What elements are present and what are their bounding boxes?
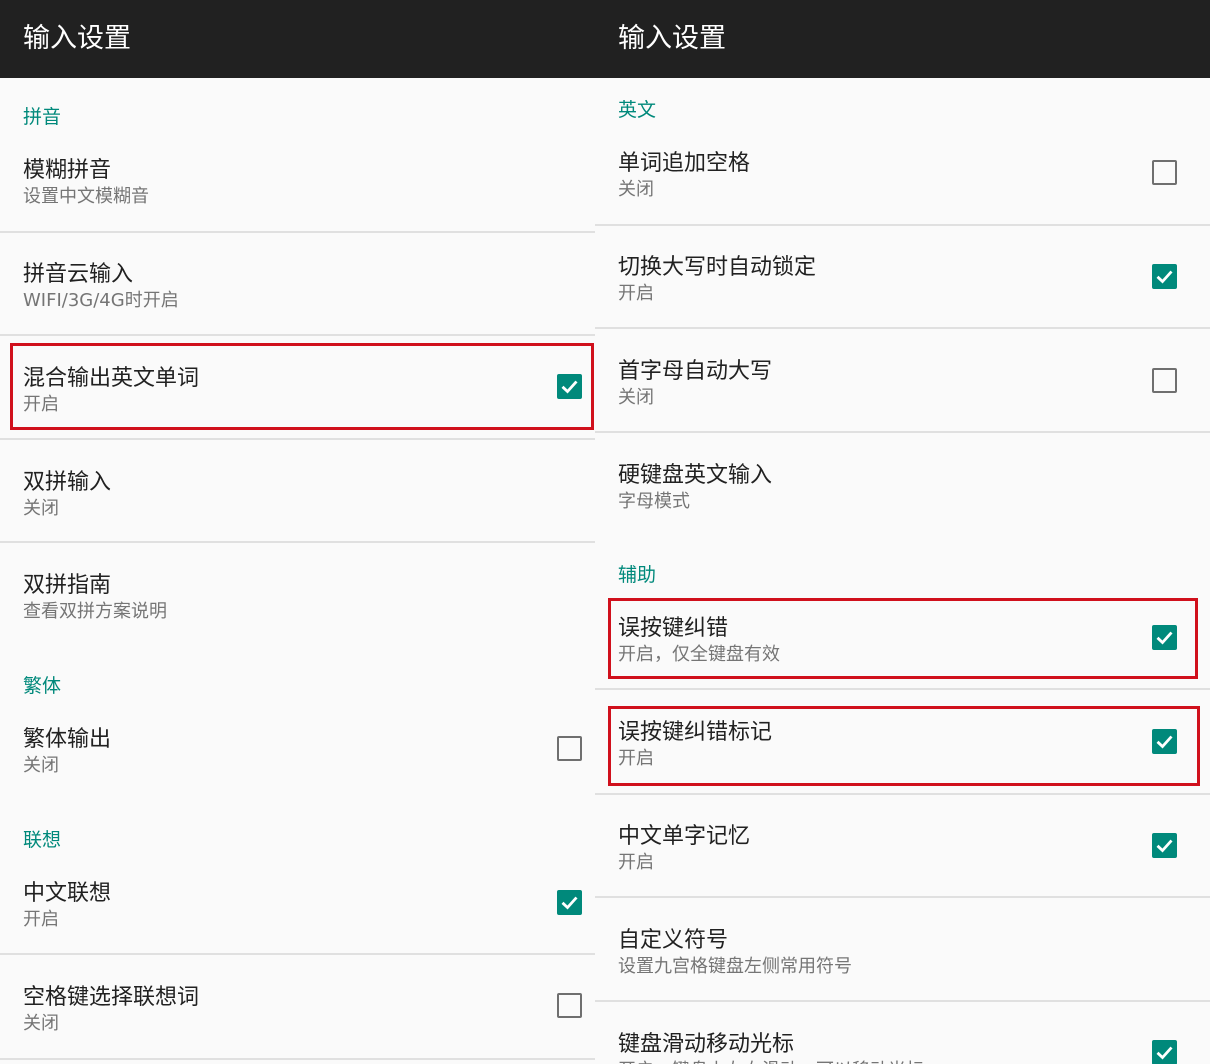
- section-header-pinyin: 拼音: [23, 106, 62, 128]
- checkbox-mixed-english[interactable]: [557, 374, 582, 399]
- checkbox-typo-marker[interactable]: [1152, 729, 1177, 754]
- divider: [595, 896, 1210, 898]
- divider: [595, 793, 1210, 795]
- setting-summary: 开启: [618, 852, 654, 873]
- divider: [0, 438, 595, 440]
- check-icon: [561, 896, 578, 910]
- setting-title: 误按键纠错: [618, 616, 729, 641]
- check-icon: [1156, 1046, 1173, 1060]
- setting-title: 拼音云输入: [23, 262, 134, 287]
- setting-title: 双拼指南: [23, 573, 112, 598]
- setting-summary: 关闭: [23, 755, 59, 776]
- setting-hard-keyboard[interactable]: 硬键盘英文输入 字母模式: [595, 457, 1210, 527]
- setting-summary: 设置九宫格键盘左侧常用符号: [618, 956, 852, 977]
- setting-chinese-association[interactable]: 中文联想 开启: [0, 875, 595, 945]
- divider: [595, 1000, 1210, 1002]
- checkbox-add-space[interactable]: [1152, 160, 1177, 185]
- divider: [595, 224, 1210, 226]
- checkbox-caps-lock[interactable]: [1152, 264, 1177, 289]
- divider: [0, 334, 595, 336]
- setting-summary: 开启: [618, 283, 654, 304]
- setting-title: 混合输出英文单词: [23, 366, 200, 391]
- divider: [0, 231, 595, 233]
- setting-swipe-cursor[interactable]: 键盘滑动移动光标 开启，键盘上左右滑动，可以移动光标: [595, 1026, 1210, 1064]
- checkbox-swipe-cursor[interactable]: [1152, 1040, 1177, 1064]
- settings-panel-right: 输入设置 英文 单词追加空格 关闭 切换大写时自动锁定 开启 首字母自动大写 关…: [595, 0, 1210, 1064]
- divider: [0, 953, 595, 955]
- setting-summary: 开启: [23, 394, 59, 415]
- setting-title: 误按键纠错标记: [618, 720, 773, 745]
- setting-caps-lock[interactable]: 切换大写时自动锁定 开启: [595, 249, 1210, 319]
- setting-char-memory[interactable]: 中文单字记忆 开启: [595, 818, 1210, 888]
- setting-title: 自定义符号: [618, 928, 729, 953]
- setting-fuzzy-pinyin[interactable]: 模糊拼音 设置中文模糊音: [0, 152, 595, 232]
- setting-mixed-english[interactable]: 混合输出英文单词 开启: [0, 360, 595, 430]
- setting-title: 单词追加空格: [618, 151, 751, 176]
- settings-panel-left: 输入设置 拼音 模糊拼音 设置中文模糊音 拼音云输入 WIFI/3G/4G时开启…: [0, 0, 595, 1064]
- checkbox-char-memory[interactable]: [1152, 833, 1177, 858]
- setting-summary: WIFI/3G/4G时开启: [23, 290, 179, 311]
- setting-title: 硬键盘英文输入: [618, 463, 773, 488]
- setting-title: 键盘滑动移动光标: [618, 1032, 795, 1057]
- section-header-english: 英文: [618, 99, 657, 121]
- setting-summary: 关闭: [618, 387, 654, 408]
- setting-pinyin-cloud[interactable]: 拼音云输入 WIFI/3G/4G时开启: [0, 256, 595, 336]
- setting-summary: 开启: [618, 748, 654, 769]
- setting-add-space[interactable]: 单词追加空格 关闭: [595, 145, 1210, 215]
- setting-summary: 字母模式: [618, 491, 690, 512]
- setting-auto-capitalize[interactable]: 首字母自动大写 关闭: [595, 353, 1210, 423]
- section-header-association: 联想: [23, 829, 62, 851]
- divider: [0, 541, 595, 543]
- checkbox-space-association[interactable]: [557, 993, 582, 1018]
- setting-custom-symbol[interactable]: 自定义符号 设置九宫格键盘左侧常用符号: [595, 922, 1210, 992]
- setting-title: 中文联想: [23, 881, 112, 906]
- setting-summary: 关闭: [23, 1013, 59, 1034]
- divider: [595, 327, 1210, 329]
- setting-shuangpin-guide[interactable]: 双拼指南 查看双拼方案说明: [0, 567, 595, 647]
- setting-title: 首字母自动大写: [618, 359, 773, 384]
- setting-summary: 关闭: [618, 179, 654, 200]
- setting-title: 中文单字记忆: [618, 824, 751, 849]
- check-icon: [1156, 631, 1173, 645]
- checkbox-typo-correction[interactable]: [1152, 625, 1177, 650]
- checkbox-chinese-association[interactable]: [557, 890, 582, 915]
- setting-title: 切换大写时自动锁定: [618, 255, 817, 280]
- section-header-assist: 辅助: [618, 564, 657, 586]
- setting-shuangpin[interactable]: 双拼输入 关闭: [0, 464, 595, 544]
- page-title: 输入设置: [595, 0, 1210, 78]
- check-icon: [1156, 839, 1173, 853]
- checkbox-traditional-output[interactable]: [557, 736, 582, 761]
- section-header-traditional: 繁体: [23, 675, 62, 697]
- divider: [595, 688, 1210, 690]
- setting-typo-correction[interactable]: 误按键纠错 开启，仅全键盘有效: [595, 610, 1210, 680]
- setting-typo-marker[interactable]: 误按键纠错标记 开启: [595, 714, 1210, 784]
- setting-space-association[interactable]: 空格键选择联想词 关闭: [0, 979, 595, 1049]
- divider: [595, 431, 1210, 433]
- setting-summary: 开启，仅全键盘有效: [618, 644, 780, 665]
- checkbox-auto-capitalize[interactable]: [1152, 368, 1177, 393]
- setting-traditional-output[interactable]: 繁体输出 关闭: [0, 721, 595, 791]
- setting-summary: 设置中文模糊音: [23, 186, 149, 207]
- check-icon: [1156, 735, 1173, 749]
- setting-title: 繁体输出: [23, 727, 112, 752]
- divider: [0, 1058, 595, 1060]
- setting-title: 空格键选择联想词: [23, 985, 200, 1010]
- setting-title: 双拼输入: [23, 470, 112, 495]
- check-icon: [561, 380, 578, 394]
- setting-summary: 查看双拼方案说明: [23, 601, 167, 622]
- setting-summary: 开启: [23, 909, 59, 930]
- page-title: 输入设置: [0, 0, 595, 78]
- setting-summary: 关闭: [23, 498, 59, 519]
- check-icon: [1156, 270, 1173, 284]
- setting-summary: 开启，键盘上左右滑动，可以移动光标: [618, 1056, 924, 1064]
- setting-title: 模糊拼音: [23, 158, 112, 183]
